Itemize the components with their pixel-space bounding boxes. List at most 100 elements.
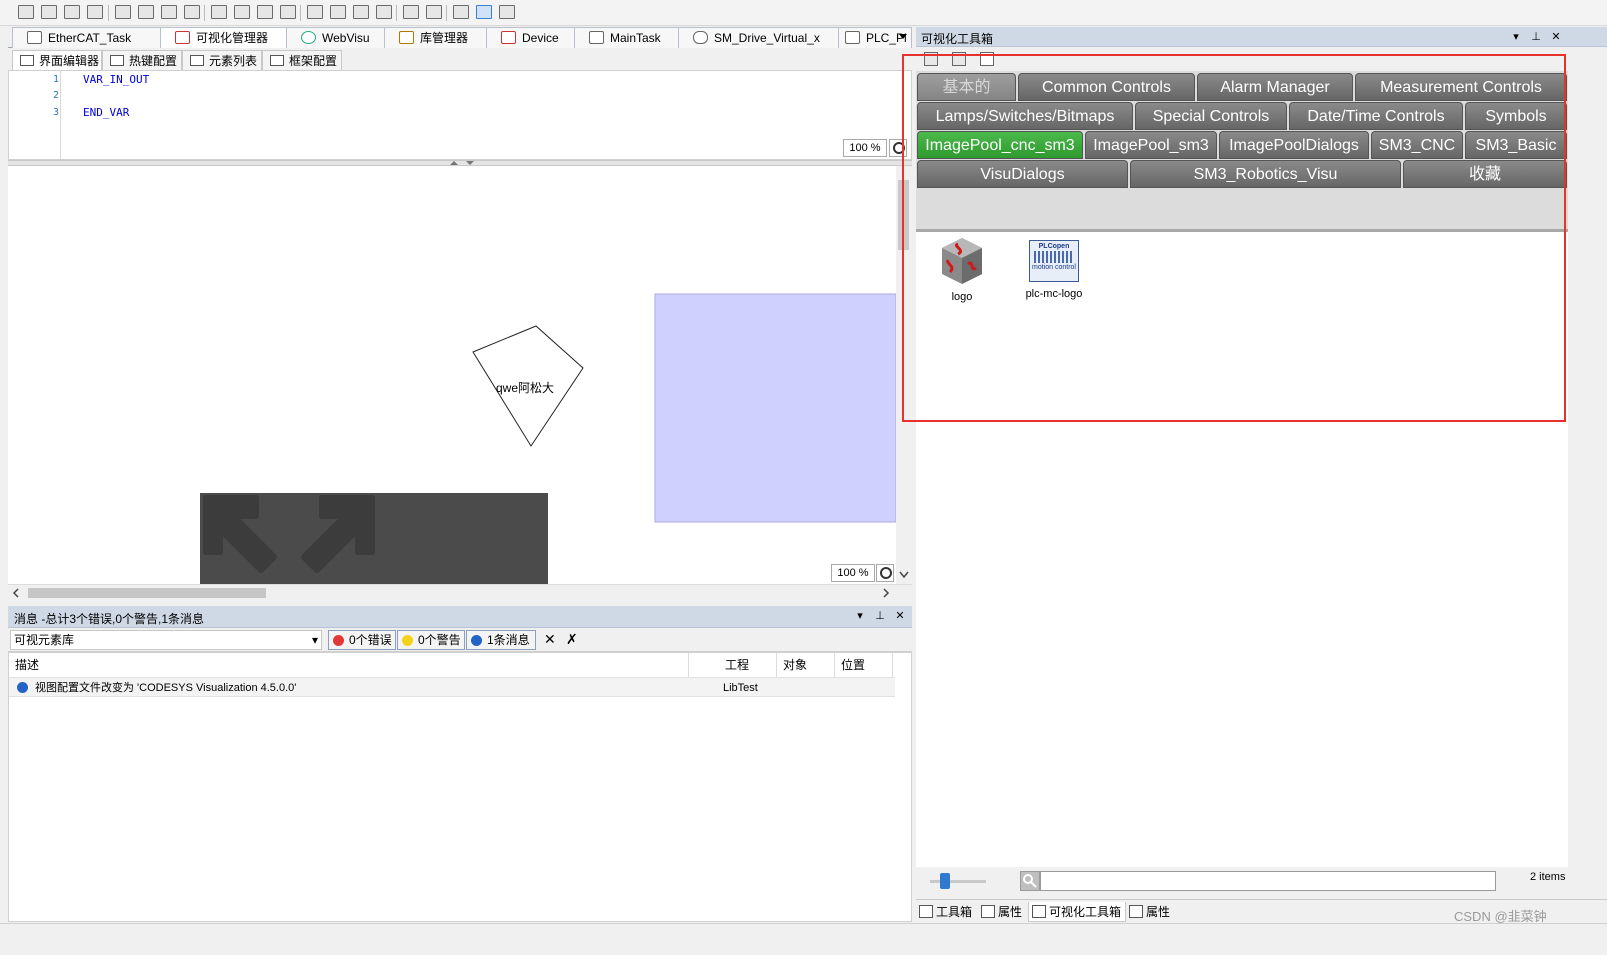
category-symbols[interactable]: Symbols — [1465, 102, 1567, 130]
send-back-icon[interactable] — [330, 5, 346, 19]
tab-visu-manager[interactable]: 可视化管理器 — [160, 27, 288, 48]
canvas-vertical-scrollbar[interactable] — [896, 166, 912, 584]
code-line[interactable]: END_VAR — [83, 106, 129, 119]
send-backward-icon[interactable] — [376, 5, 392, 19]
align-bottom-icon[interactable] — [161, 5, 177, 19]
column-header-description[interactable]: 描述 — [9, 653, 689, 677]
toolbox-search-input[interactable] — [1040, 871, 1496, 891]
scroll-thumb[interactable] — [28, 588, 266, 598]
align-left-icon[interactable] — [18, 5, 34, 19]
tab-list-dropdown-icon[interactable] — [899, 34, 907, 39]
category-special-controls[interactable]: Special Controls — [1135, 102, 1287, 130]
hotkey-icon — [110, 55, 124, 66]
distribute-vertical-icon[interactable] — [234, 5, 250, 19]
align-baseline-icon[interactable] — [184, 5, 200, 19]
chevron-down-icon[interactable]: ▾ — [854, 610, 866, 622]
code-zoom-level[interactable]: 100 % — [843, 139, 887, 157]
category-favorites[interactable]: 收藏 — [1403, 160, 1567, 188]
category-date-time-controls[interactable]: Date/Time Controls — [1289, 102, 1463, 130]
layout-options-icon[interactable] — [499, 5, 515, 19]
table-row[interactable]: 视图配置文件改变为 'CODESYS Visualization 4.5.0.0… — [9, 677, 895, 697]
bring-forward-icon[interactable] — [353, 5, 369, 19]
list-view-icon[interactable] — [924, 52, 938, 66]
canvas-zoom-level[interactable]: 100 % — [831, 564, 875, 582]
codesys-cube-icon — [942, 238, 982, 284]
rectangle-element[interactable] — [654, 293, 896, 523]
tab-sm-drive-virtual[interactable]: SM_Drive_Virtual_x — [678, 27, 840, 48]
visualization-canvas[interactable]: qwe阿松大 100 % — [8, 166, 896, 584]
category-imagepool-dialogs[interactable]: ImagePoolDialogs — [1219, 131, 1369, 159]
errors-filter-button[interactable]: 0个错误 — [328, 630, 396, 650]
scroll-right-icon[interactable] — [880, 585, 892, 601]
category-imagepool-sm3[interactable]: ImagePool_sm3 — [1085, 131, 1217, 159]
toolbox-item-plc-mc-logo[interactable]: PLCopen motion control plc-mc-logo — [1022, 236, 1086, 300]
toolbox-view-toolbar — [916, 47, 1607, 71]
declaration-editor[interactable]: 1 2 3 VAR_IN_OUT END_VAR 100 % — [8, 70, 912, 160]
info-icon — [471, 635, 482, 646]
category-measurement-controls[interactable]: Measurement Controls — [1355, 73, 1567, 101]
category-lamps-switches[interactable]: Lamps/Switches/Bitmaps — [917, 102, 1133, 130]
tab-plc-pi[interactable]: PLC_Pl — [838, 27, 912, 48]
tab-frame-config[interactable]: 框架配置 — [262, 50, 342, 70]
close-icon[interactable]: ✕ — [894, 610, 906, 622]
same-width-icon[interactable] — [257, 5, 273, 19]
tab-maintask[interactable]: MainTask — [574, 27, 680, 48]
pin-icon[interactable]: ⊥ — [1530, 31, 1542, 43]
tab-toolbox[interactable]: 工具箱 — [916, 902, 978, 922]
scroll-thumb[interactable] — [898, 180, 909, 250]
clear-messages-icon[interactable]: ✕ — [544, 631, 556, 648]
tab-device[interactable]: Device — [486, 27, 576, 48]
image-pool-icon[interactable] — [980, 52, 994, 66]
ungroup-icon[interactable] — [426, 5, 442, 19]
tab-properties[interactable]: 属性 — [978, 902, 1028, 922]
category-alarm-manager[interactable]: Alarm Manager — [1197, 73, 1353, 101]
tab-interface-editor[interactable]: 界面编辑器 — [12, 50, 102, 70]
tab-library-manager[interactable]: 库管理器 — [384, 27, 488, 48]
bring-front-icon[interactable] — [307, 5, 323, 19]
canvas-horizontal-scrollbar[interactable] — [8, 584, 912, 600]
group-icon[interactable] — [403, 5, 419, 19]
align-center-icon[interactable] — [41, 5, 57, 19]
plcopen-motion-control-icon: PLCopen motion control — [1029, 240, 1079, 282]
column-header-object[interactable]: 对象 — [777, 653, 835, 677]
pin-icon[interactable]: ⊥ — [874, 610, 886, 622]
column-header-project[interactable]: 工程 — [719, 653, 777, 677]
code-line[interactable]: VAR_IN_OUT — [83, 73, 149, 86]
size-slider-track[interactable] — [930, 880, 986, 883]
category-visudialogs[interactable]: VisuDialogs — [917, 160, 1128, 188]
align-right-icon[interactable] — [64, 5, 80, 19]
size-slider-thumb[interactable] — [940, 873, 950, 889]
category-basic[interactable]: 基本的 — [917, 73, 1016, 101]
selected-layout-icon[interactable] — [476, 5, 492, 19]
background-icon[interactable] — [453, 5, 469, 19]
align-middle-icon[interactable] — [138, 5, 154, 19]
close-icon[interactable]: ✕ — [1550, 31, 1562, 43]
tab-visu-toolbox[interactable]: 可视化工具箱 — [1028, 902, 1126, 922]
category-imagepool-cnc-sm3[interactable]: ImagePool_cnc_sm3 — [917, 131, 1083, 159]
infos-filter-button[interactable]: 1条消息 — [466, 630, 536, 650]
distribute-horizontal-icon[interactable] — [211, 5, 227, 19]
zoom-icon[interactable] — [876, 564, 894, 582]
chevron-down-icon[interactable]: ▾ — [1510, 31, 1522, 43]
clear-all-messages-icon[interactable]: ✗ — [566, 631, 578, 648]
category-sm3-basic[interactable]: SM3_Basic — [1465, 131, 1567, 159]
same-height-icon[interactable] — [280, 5, 296, 19]
tab-properties-2[interactable]: 属性 — [1126, 902, 1176, 922]
tab-hotkey-config[interactable]: 热键配置 — [102, 50, 182, 70]
message-category-select[interactable]: 可视元素库 ▾ — [10, 630, 322, 650]
category-common-controls[interactable]: Common Controls — [1018, 73, 1195, 101]
align-right-edge-icon[interactable] — [87, 5, 103, 19]
tab-element-list[interactable]: 元素列表 — [182, 50, 262, 70]
scroll-left-icon[interactable] — [10, 585, 22, 601]
zoom-icon[interactable] — [889, 139, 907, 157]
category-sm3-robotics-visu[interactable]: SM3_Robotics_Visu — [1130, 160, 1401, 188]
warnings-filter-button[interactable]: 0个警告 — [397, 630, 465, 650]
grid-view-icon[interactable] — [952, 52, 966, 66]
toolbox-item-logo[interactable]: logo — [932, 236, 992, 303]
column-header-position[interactable]: 位置 — [835, 653, 893, 677]
tab-webvisu[interactable]: WebVisu — [286, 27, 386, 48]
scroll-down-icon[interactable] — [896, 570, 912, 580]
tab-ethercat-task[interactable]: EtherCAT_Task — [12, 27, 162, 48]
align-top-icon[interactable] — [115, 5, 131, 19]
category-sm3-cnc[interactable]: SM3_CNC — [1371, 131, 1463, 159]
